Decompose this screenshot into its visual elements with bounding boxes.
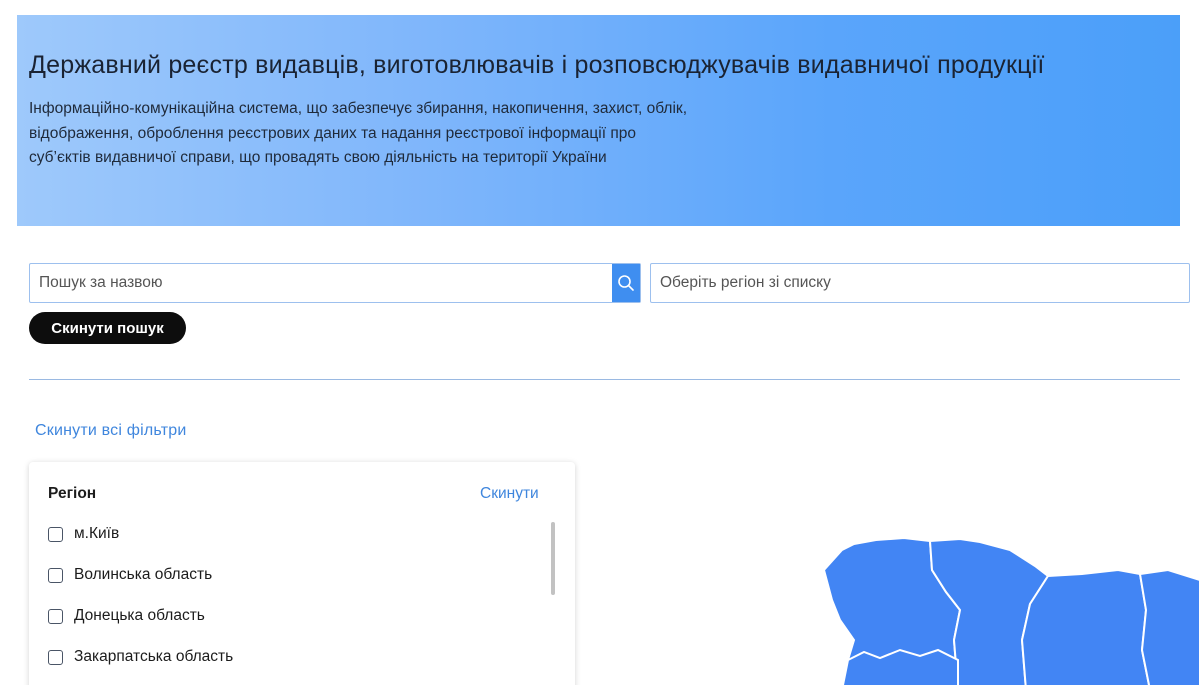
- divider: [29, 379, 1180, 380]
- ukraine-regions-map: [822, 536, 1200, 685]
- region-item-donetsk[interactable]: Донецька область: [48, 605, 538, 646]
- region-label: Волинська область: [74, 566, 213, 583]
- reset-all-filters-link[interactable]: Скинути всі фільтри: [35, 422, 186, 440]
- filter-title: Регіон: [48, 485, 97, 502]
- region-checkbox[interactable]: [48, 609, 63, 624]
- region-checkbox[interactable]: [48, 527, 63, 542]
- page-description: Інформаційно-комунікаційна система, що з…: [29, 100, 688, 166]
- region-label: м.Київ: [74, 525, 120, 542]
- search-button[interactable]: [612, 264, 640, 302]
- region-select[interactable]: Оберіть регіон зі списку: [650, 263, 1190, 303]
- region-select-placeholder: Оберіть регіон зі списку: [660, 274, 831, 291]
- region-label: Донецька область: [74, 607, 205, 624]
- region-label: Закарпатська область: [74, 648, 234, 665]
- map-region[interactable]: [1020, 568, 1151, 685]
- page-title: Державний реєстр видавців, виготовлювачі…: [29, 51, 1045, 79]
- map-region[interactable]: [1138, 568, 1200, 685]
- reset-search-button[interactable]: Скинути пошук: [29, 312, 186, 344]
- region-checkbox[interactable]: [48, 568, 63, 583]
- region-checkbox[interactable]: [48, 650, 63, 665]
- hero-banner: Державний реєстр видавців, виготовлювачі…: [17, 15, 1180, 226]
- region-item-kyiv[interactable]: м.Київ: [48, 523, 538, 564]
- region-filter-panel: Регіон Скинути м.Київ Волинська область …: [29, 462, 575, 685]
- region-item-volyn[interactable]: Волинська область: [48, 564, 538, 605]
- search-box: [29, 263, 641, 303]
- scrollbar[interactable]: [551, 522, 555, 595]
- search-icon: [618, 275, 634, 291]
- map-region[interactable]: [841, 648, 959, 685]
- filter-reset-link[interactable]: Скинути: [480, 485, 539, 503]
- region-item-zakarpattia[interactable]: Закарпатська область: [48, 646, 538, 685]
- search-input[interactable]: [30, 264, 612, 302]
- region-list: м.Київ Волинська область Донецька област…: [48, 523, 538, 685]
